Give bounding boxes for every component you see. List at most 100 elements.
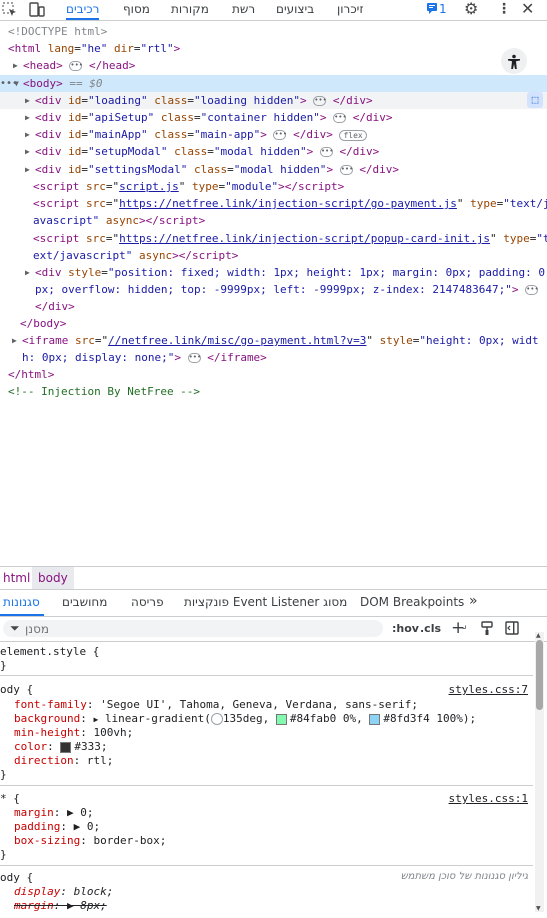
scroll-down-arrow-icon[interactable]: ▼ <box>536 905 541 912</box>
prop-box-sizing[interactable]: box-sizing: border-box; <box>14 834 166 848</box>
collapsed-ellipsis-icon[interactable]: ••• <box>69 61 83 71</box>
expand-triangle-icon[interactable]: ▶ <box>25 126 30 143</box>
attr-value[interactable]: "apiSetup" <box>88 111 154 124</box>
flex-badge[interactable]: flex <box>339 129 367 141</box>
collapsed-ellipsis-icon[interactable]: ••• <box>187 353 201 363</box>
tab-console[interactable]: מסוף <box>123 2 150 20</box>
prop-min-height[interactable]: min-height: 100vh; <box>14 726 133 740</box>
breadcrumb-body[interactable]: body <box>32 567 74 589</box>
color-swatch-green[interactable] <box>275 713 287 725</box>
scrollbar-thumb[interactable] <box>536 640 543 710</box>
prop-value[interactable]: ▶ 0; <box>74 820 101 833</box>
angle-clock-icon[interactable] <box>210 713 223 725</box>
tree-node-html[interactable]: <html lang="he" dir="rtl"> <box>0 40 547 74</box>
script-src-link[interactable]: https://netfree.link/injection-script/go… <box>119 197 457 210</box>
collapsed-ellipsis-icon[interactable]: ••• <box>525 285 539 295</box>
device-toolbar-icon[interactable] <box>28 2 46 21</box>
attr-value[interactable]: "modal hidden" <box>234 163 327 176</box>
tab-network[interactable]: רשת <box>232 2 255 20</box>
scroll-up-arrow-icon[interactable]: ▲ <box>536 632 541 639</box>
tab-memory[interactable]: זיכרון <box>337 2 364 20</box>
issues-count[interactable]: 1 <box>439 2 447 20</box>
tree-node-doctype[interactable]: <!DOCTYPE html> <box>0 23 547 40</box>
collapsed-ellipsis-icon[interactable]: ••• <box>339 165 353 175</box>
attr-value[interactable]: "loading hidden" <box>194 94 300 107</box>
attr-value[interactable]: "loading" <box>88 94 148 107</box>
attr-value[interactable]: "t <box>536 232 547 245</box>
tree-node-body-selected[interactable]: ••• ▼ <body> == $0 <box>0 75 547 92</box>
expand-triangle-icon[interactable]: ▶ <box>25 92 30 109</box>
tree-node-div-styled[interactable]: ▶ <div style="position: fixed; width: 1p… <box>0 264 547 281</box>
expand-triangle-icon[interactable]: ▶ <box>25 109 30 126</box>
more-tabs-chevron-icon[interactable]: » <box>469 593 478 609</box>
toggle-sidebar-icon[interactable] <box>505 621 519 638</box>
tab-elements[interactable]: רכיבים <box>66 2 100 20</box>
tree-node-div-setupmodal[interactable]: ▶ <div id="setupModal" class="modal hidd… <box>0 143 547 160</box>
collapsed-ellipsis-icon[interactable]: ••• <box>333 113 347 123</box>
tree-node-script-popup-card[interactable]: <script src="https://netfree.link/inject… <box>0 230 547 247</box>
attr-value[interactable]: "mainApp" <box>88 128 148 141</box>
color-swatch-blue[interactable] <box>369 713 381 725</box>
tab-performance[interactable]: ביצועים <box>276 2 314 20</box>
class-toggle[interactable]: .cls <box>420 622 441 635</box>
prop-background[interactable]: background: ▶ linear-gradient(135deg, #8… <box>14 712 476 726</box>
source-link-styles-css-7[interactable]: styles.css:7 <box>449 683 528 696</box>
attr-value[interactable]: "rtl" <box>141 42 174 55</box>
prop-value[interactable]: ▶ 0; <box>67 806 94 819</box>
attr-value[interactable]: "text/j <box>503 197 547 210</box>
tree-node-div-apisetup[interactable]: ▶ <div id="apiSetup" class="container hi… <box>0 109 547 126</box>
settings-gear-icon[interactable]: ⚙ <box>464 1 478 17</box>
attr-value[interactable]: "container hidden" <box>201 111 320 124</box>
prop-value[interactable]: border-box; <box>93 834 166 847</box>
collapsed-ellipsis-icon[interactable]: ••• <box>273 130 287 140</box>
prop-margin[interactable]: margin: ▶ 0; <box>14 806 94 820</box>
prop-padding[interactable]: padding: ▶ 0; <box>14 820 100 834</box>
source-link-styles-css-1[interactable]: styles.css:1 <box>449 792 528 805</box>
iframe-src-link[interactable]: //netfree.link/misc/go-payment.html?v=3 <box>108 334 366 347</box>
attr-value[interactable]: "modal hidden" <box>214 145 307 158</box>
tab-sources[interactable]: מקורות <box>171 2 209 20</box>
collapsed-ellipsis-icon[interactable]: ••• <box>319 147 333 157</box>
tree-node-div-mainapp[interactable]: ▶ <div id="mainApp" class="main-app"> ••… <box>0 126 547 143</box>
tab-event-listeners[interactable]: פונקציות Event Listener מסוג <box>184 595 347 609</box>
filter-input[interactable] <box>25 620 365 637</box>
close-icon[interactable]: ✕ <box>521 0 534 17</box>
more-options-icon[interactable]: ⋮ <box>497 1 511 17</box>
tree-node-script-go-payment[interactable]: <script src="https://netfree.link/inject… <box>0 195 547 212</box>
color-swatch-dark[interactable] <box>60 741 72 753</box>
styles-scrollbar[interactable]: ▲ ▼ <box>535 632 544 912</box>
attr-value[interactable]: "position: fixed; width: 1px; height: 1p… <box>108 266 545 279</box>
tab-styles[interactable]: סגנונות <box>3 595 40 609</box>
prop-value[interactable]: #333; <box>74 740 107 753</box>
prop-value[interactable]: 100vh; <box>93 726 133 739</box>
rule-selector-body[interactable]: ody { <box>0 683 33 697</box>
attr-value[interactable]: "setupModal" <box>88 145 167 158</box>
filter-box[interactable]: ⏷ <box>3 620 383 637</box>
tab-dom-breakpoints[interactable]: DOM Breakpoints <box>360 595 464 609</box>
element-style-rule[interactable]: element.style { <box>0 645 99 659</box>
attr-value[interactable]: "main-app" <box>194 128 260 141</box>
tree-node-head[interactable]: ▶ <head> ••• </head> <box>0 57 547 74</box>
rule-selector-universal[interactable]: * { <box>0 792 20 806</box>
attr-value[interactable]: "settingsModal" <box>88 163 187 176</box>
tree-node-div-settingsmodal[interactable]: ▶ <div id="settingsModal" class="modal h… <box>0 161 547 178</box>
paint-roller-icon[interactable] <box>481 621 493 638</box>
collapse-triangle-icon[interactable]: ▼ <box>14 75 19 92</box>
hover-state-toggle[interactable]: :hov <box>392 622 419 635</box>
script-src-link[interactable]: script.js <box>119 180 179 193</box>
collapsed-ellipsis-icon[interactable]: ••• <box>313 96 327 106</box>
expand-triangle-icon[interactable]: ▶ <box>25 161 30 178</box>
prop-color[interactable]: color: #333; <box>14 740 108 754</box>
script-src-link[interactable]: https://netfree.link/injection-script/po… <box>119 232 490 245</box>
breadcrumb-html[interactable]: html <box>0 567 33 589</box>
tree-node-div-loading[interactable]: ▶ <div id="loading" class="loading hidde… <box>0 92 547 109</box>
tree-node-script-main[interactable]: <script src="script.js" type="module"></… <box>0 178 547 195</box>
ai-assist-icon[interactable]: ⬚ <box>527 92 543 108</box>
expand-triangle-icon[interactable]: ▶ <box>13 57 18 74</box>
prop-value[interactable]: 'Segoe UI', Tahoma, Geneva, Verdana, san… <box>100 698 418 711</box>
attr-value[interactable]: "he" <box>81 42 108 55</box>
prop-font-family[interactable]: font-family: 'Segoe UI', Tahoma, Geneva,… <box>14 698 418 712</box>
attr-value[interactable]: "module" <box>225 180 278 193</box>
tab-computed[interactable]: מחושבים <box>62 595 107 609</box>
issues-icon[interactable] <box>426 2 438 17</box>
